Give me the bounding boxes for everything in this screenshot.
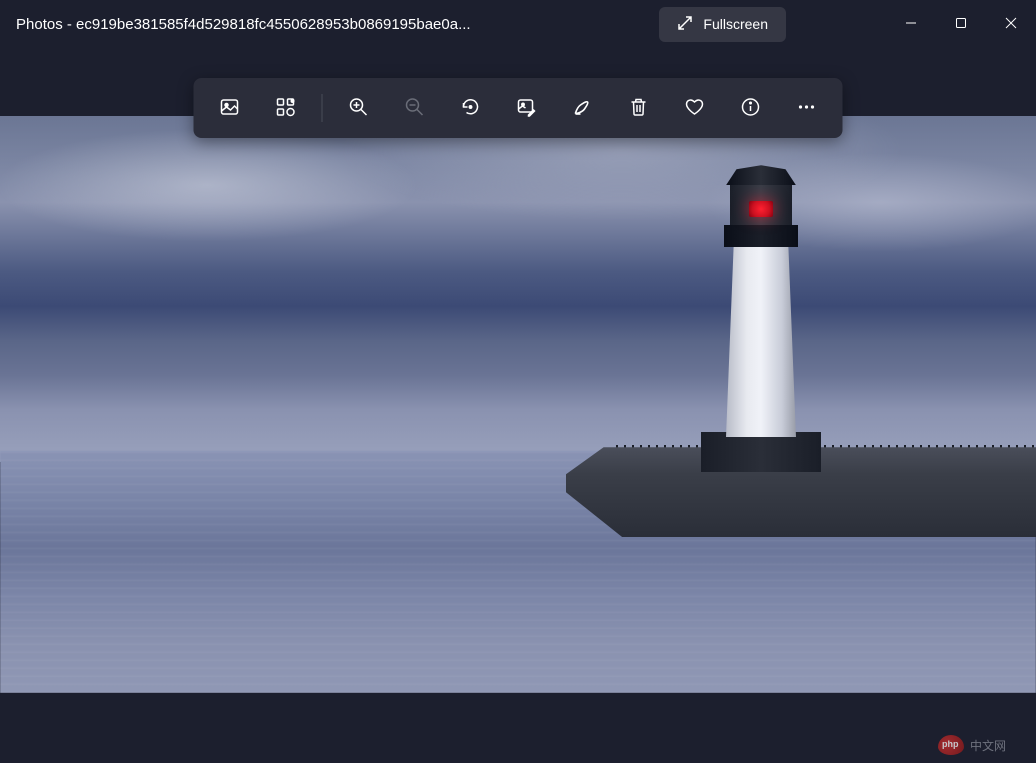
watermark: 中文网 (938, 735, 1006, 755)
footer-bar: 中文网 (0, 727, 1036, 763)
photo-lighthouse-light (749, 201, 773, 217)
zoom-out-button (389, 86, 441, 130)
image-viewport[interactable] (0, 116, 1036, 693)
toolbar-divider (322, 94, 323, 122)
close-icon (1005, 17, 1017, 32)
content-area (0, 48, 1036, 727)
minimize-icon (905, 17, 917, 32)
markup-icon (573, 97, 593, 120)
zoom-out-icon (405, 97, 425, 120)
edit-button[interactable] (501, 86, 553, 130)
edit-icon (517, 97, 537, 120)
info-icon (741, 97, 761, 120)
fullscreen-label: Fullscreen (703, 16, 768, 32)
apps-icon (276, 97, 296, 120)
rotate-icon (461, 97, 481, 120)
maximize-icon (955, 17, 967, 32)
markup-button[interactable] (557, 86, 609, 130)
titlebar: Photos - ec919be381585f4d529818fc4550628… (0, 0, 1036, 48)
zoom-in-icon (349, 97, 369, 120)
photo-lighthouse-tower (726, 227, 796, 437)
minimize-button[interactable] (886, 0, 936, 48)
maximize-button[interactable] (936, 0, 986, 48)
gallery-button[interactable] (204, 86, 256, 130)
favorite-button[interactable] (669, 86, 721, 130)
rotate-button[interactable] (445, 86, 497, 130)
fullscreen-icon (677, 15, 693, 34)
titlebar-center: Fullscreen (659, 7, 886, 42)
apps-button[interactable] (260, 86, 312, 130)
titlebar-left: Photos - ec919be381585f4d529818fc4550628… (16, 16, 659, 33)
photo-lighthouse-band (724, 225, 798, 247)
watermark-logo-icon (938, 735, 964, 755)
more-button[interactable] (781, 86, 833, 130)
gallery-icon (220, 97, 240, 120)
zoom-in-button[interactable] (333, 86, 385, 130)
info-button[interactable] (725, 86, 777, 130)
toolbar (194, 78, 843, 138)
heart-icon (685, 97, 705, 120)
photo-clouds (0, 116, 1036, 289)
delete-button[interactable] (613, 86, 665, 130)
trash-icon (629, 97, 649, 120)
window-title: Photos - ec919be381585f4d529818fc4550628… (16, 16, 471, 33)
photo-lighthouse-base (701, 432, 821, 472)
window-controls (886, 0, 1036, 48)
fullscreen-button[interactable]: Fullscreen (659, 7, 786, 42)
more-icon (797, 97, 817, 120)
close-button[interactable] (986, 0, 1036, 48)
watermark-text: 中文网 (970, 737, 1006, 754)
